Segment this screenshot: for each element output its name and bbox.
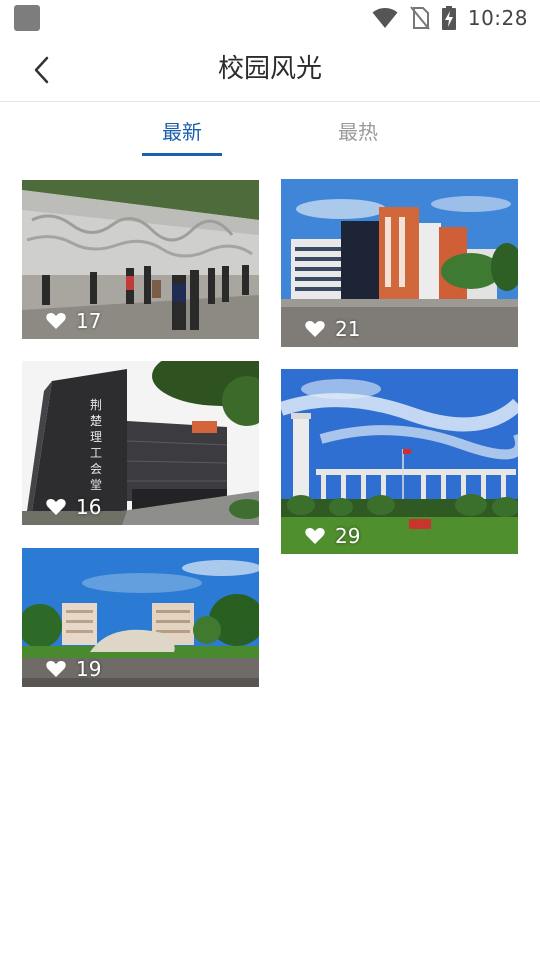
status-time: 10:28 (467, 6, 528, 30)
wifi-icon (372, 8, 398, 28)
tab-latest[interactable]: 最新 (142, 103, 222, 159)
like-badge[interactable]: 16 (46, 495, 101, 519)
status-icons: 10:28 (372, 0, 528, 36)
page-title: 校园风光 (217, 54, 322, 84)
status-bar: 10:28 (0, 0, 540, 36)
photo-card[interactable]: 荆楚理工会堂 16 (22, 361, 259, 525)
photo-card[interactable]: 29 (281, 369, 518, 554)
like-badge[interactable]: 21 (305, 317, 360, 341)
app-icon (14, 5, 40, 31)
heart-icon (46, 661, 66, 677)
photo-card[interactable]: 21 (281, 179, 518, 347)
heart-icon (305, 528, 325, 544)
like-count: 17 (76, 309, 102, 333)
building-sign-text: 荆楚理工会堂 (89, 398, 102, 492)
app-header: 校园风光 (0, 36, 540, 102)
like-count: 21 (335, 317, 361, 341)
tab-bar: 最新 最热 (0, 103, 540, 159)
tab-active-indicator (142, 153, 222, 156)
battery-charging-icon (441, 6, 456, 30)
heart-icon (305, 321, 325, 337)
like-count: 29 (335, 524, 361, 548)
tab-hottest[interactable]: 最热 (318, 103, 398, 159)
like-badge[interactable]: 29 (305, 524, 360, 548)
photo-card[interactable]: 19 (22, 548, 259, 687)
like-count: 16 (76, 495, 102, 519)
like-badge[interactable]: 17 (46, 309, 101, 333)
photo-card[interactable]: 17 (22, 180, 259, 339)
like-badge[interactable]: 19 (46, 657, 101, 681)
no-sim-icon (410, 6, 430, 30)
heart-icon (46, 499, 66, 515)
building-sign: 荆楚理工会堂 (88, 397, 104, 493)
heart-icon (46, 313, 66, 329)
like-count: 19 (76, 657, 102, 681)
